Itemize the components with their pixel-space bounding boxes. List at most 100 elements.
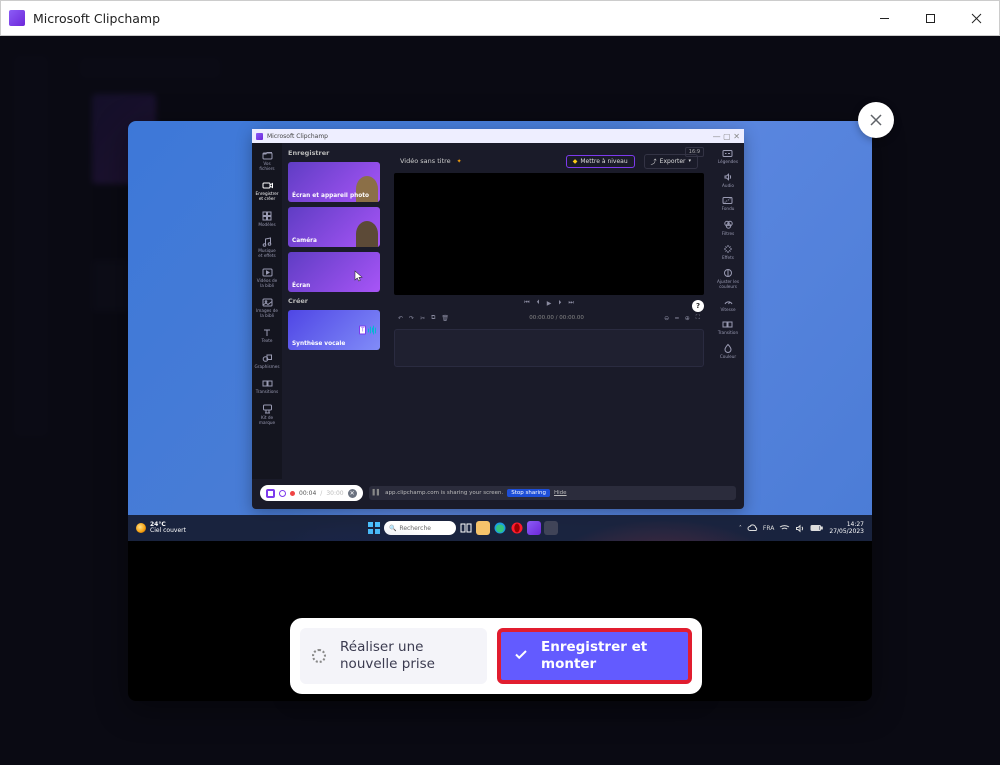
close-preview-button[interactable] xyxy=(858,102,894,138)
aspect-ratio[interactable]: 16:9 xyxy=(685,147,704,157)
rail-music[interactable]: Musique et effets xyxy=(256,237,278,258)
prop-color[interactable]: Couleur xyxy=(720,343,736,359)
preview-screenshot: Microsoft Clipchamp — ▢ ✕ Vos fichiers E… xyxy=(128,121,872,541)
opera-icon[interactable] xyxy=(510,521,524,535)
section-create: Créer xyxy=(288,297,380,305)
taskbar-clock[interactable]: 14:2727/05/2023 xyxy=(829,521,864,535)
prop-adjust-colors[interactable]: Ajuster les couleurs xyxy=(712,268,744,289)
help-button[interactable]: ? xyxy=(692,300,704,312)
minimize-button[interactable] xyxy=(861,0,907,36)
embedded-titlebar: Microsoft Clipchamp — ▢ ✕ xyxy=(252,129,744,143)
frame-fwd-icon[interactable]: ⏵ xyxy=(558,299,561,307)
cursor-icon xyxy=(354,270,364,282)
rail-templates[interactable]: Modèles xyxy=(256,211,278,227)
stop-sharing-button[interactable]: Stop sharing xyxy=(507,489,550,497)
task-view-icon[interactable] xyxy=(459,521,473,535)
export-button[interactable]: ⤴Exporter▾ xyxy=(644,154,698,169)
onedrive-icon[interactable] xyxy=(747,524,758,532)
share-msg: app.clipchamp.com is sharing your screen… xyxy=(385,490,503,496)
zoom-in-icon[interactable]: ⊕ xyxy=(685,315,690,322)
volume-icon[interactable] xyxy=(795,524,805,533)
prop-captions[interactable]: Légendes xyxy=(718,149,738,164)
embedded-title: Microsoft Clipchamp xyxy=(267,133,328,140)
titlebar: Microsoft Clipchamp xyxy=(0,0,1000,36)
clipchamp-taskbar-icon[interactable] xyxy=(527,521,541,535)
recording-bar: 00:04 / 30:00 ✕ ▌▌ app.clipchamp.com is … xyxy=(260,483,736,503)
editor-stage: Vidéo sans titre ✦ ◆Mettre à niveau ⤴Exp… xyxy=(386,143,712,479)
upgrade-button[interactable]: ◆Mettre à niveau xyxy=(566,155,635,168)
weather-widget[interactable]: 24°CCiel couvert xyxy=(136,522,186,534)
frame-back-icon[interactable]: ⏴ xyxy=(537,299,540,307)
taskbar-search[interactable]: 🔍Recherche xyxy=(384,521,456,535)
language-indicator[interactable]: FRA xyxy=(763,525,774,532)
wifi-icon[interactable] xyxy=(779,524,790,533)
retake-button[interactable]: Réaliser une nouvelle prise xyxy=(300,628,487,684)
play-icon[interactable]: ▶ xyxy=(547,300,552,307)
delete-recording-button[interactable]: ✕ xyxy=(348,489,357,498)
rec-max: 30:00 xyxy=(326,490,343,497)
chevron-down-icon: ▾ xyxy=(688,158,691,164)
diamond-icon: ◆ xyxy=(573,158,578,165)
video-player[interactable] xyxy=(394,173,704,295)
prop-fade[interactable]: Fondu xyxy=(722,196,735,211)
save-and-edit-button[interactable]: Enregistrer et monter xyxy=(497,628,692,684)
app-body: Microsoft Clipchamp — ▢ ✕ Vos fichiers E… xyxy=(0,36,1000,765)
player-controls: ⏮ ⏴ ▶ ⏵ ⏭ ? xyxy=(394,295,704,311)
video-title[interactable]: Vidéo sans titre xyxy=(400,157,451,165)
prop-effects[interactable]: Effets xyxy=(722,244,734,260)
skip-back-icon[interactable]: ⏮ xyxy=(524,299,529,307)
rail-graphics[interactable]: Graphismes xyxy=(256,353,278,369)
prop-audio[interactable]: Audio xyxy=(722,172,734,188)
redo-icon[interactable]: ↷ xyxy=(409,315,414,322)
editor-topbar: Vidéo sans titre ✦ ◆Mettre à niveau ⤴Exp… xyxy=(394,149,704,173)
rail-your-files[interactable]: Vos fichiers xyxy=(256,151,278,171)
rail-text[interactable]: Texte xyxy=(256,328,278,343)
app-icon xyxy=(256,133,263,140)
start-button[interactable] xyxy=(367,521,381,535)
thumb-tts[interactable]: T Synthèse vocale xyxy=(288,310,380,350)
section-record: Enregistrer xyxy=(288,149,380,157)
prop-speed[interactable]: Vitesse xyxy=(720,297,735,312)
cut-icon[interactable]: ✂ xyxy=(420,315,425,322)
mic-icon[interactable] xyxy=(279,490,286,497)
maximize-button[interactable] xyxy=(907,0,953,36)
rail-stock-video[interactable]: Vidéos de la bibli xyxy=(256,268,278,288)
taskbar-app-icon[interactable] xyxy=(544,521,558,535)
zoom-slider[interactable]: ━ xyxy=(675,315,679,322)
thumb-screen[interactable]: Écran xyxy=(288,252,380,292)
copy-icon[interactable]: ⧉ xyxy=(431,314,435,322)
recording-controls: 00:04 / 30:00 ✕ xyxy=(260,485,363,501)
fit-icon[interactable]: ⛶ xyxy=(696,314,700,322)
zoom-out-icon[interactable]: ⊖ xyxy=(664,315,669,322)
system-tray[interactable]: ˄ FRA xyxy=(739,524,823,533)
undo-icon[interactable]: ↶ xyxy=(398,315,403,322)
taskbar-center: 🔍Recherche xyxy=(367,521,558,535)
delete-icon[interactable]: 🗑 xyxy=(441,315,449,322)
post-recording-choices: Réaliser une nouvelle prise Enregistrer … xyxy=(290,618,702,694)
thumb-screen-camera[interactable]: Écran et appareil photo xyxy=(288,162,380,202)
check-icon xyxy=(513,646,531,667)
properties-rail: Légendes Audio Fondu Filtres Effets Ajus… xyxy=(712,143,744,479)
close-button[interactable] xyxy=(953,0,999,36)
rail-record-create[interactable]: Enregistrer et créer xyxy=(256,181,278,201)
skip-fwd-icon[interactable]: ⏭ xyxy=(568,299,573,307)
embedded-window-controls: — ▢ ✕ xyxy=(713,132,740,141)
hide-banner-button[interactable]: Hide xyxy=(554,490,567,496)
edge-icon[interactable] xyxy=(493,521,507,535)
rail-transitions[interactable]: Transitions xyxy=(256,379,278,394)
rail-brand-kit[interactable]: Kit de marque xyxy=(256,404,278,425)
stop-record-button[interactable] xyxy=(266,489,275,498)
rec-elapsed: 00:04 xyxy=(299,490,316,497)
timeline-track[interactable] xyxy=(394,329,704,367)
retake-label: Réaliser une nouvelle prise xyxy=(340,639,435,673)
save-label: Enregistrer et monter xyxy=(541,639,647,673)
prop-transition[interactable]: Transition xyxy=(718,320,738,335)
explorer-icon[interactable] xyxy=(476,521,490,535)
prop-filters[interactable]: Filtres xyxy=(722,219,734,236)
embedded-clipchamp-window: Microsoft Clipchamp — ▢ ✕ Vos fichiers E… xyxy=(252,129,744,509)
chevron-up-icon[interactable]: ˄ xyxy=(739,525,742,532)
rail-stock-image[interactable]: Images de la bibli xyxy=(256,298,278,318)
retake-spinner-icon xyxy=(312,649,326,663)
battery-icon[interactable] xyxy=(810,524,823,532)
thumb-camera[interactable]: Caméra xyxy=(288,207,380,247)
